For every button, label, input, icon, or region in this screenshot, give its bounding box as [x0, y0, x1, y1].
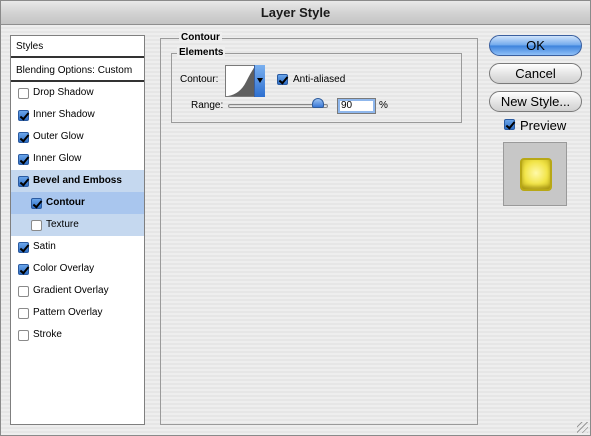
style-item-label: Gradient Overlay	[33, 285, 109, 296]
resize-grip-icon[interactable]	[577, 422, 588, 433]
range-input[interactable]: 90	[337, 98, 376, 114]
style-item-label: Color Overlay	[33, 263, 95, 274]
style-item-label: Bevel and Emboss	[33, 175, 122, 186]
style-item-color-overlay[interactable]: Color Overlay	[11, 258, 144, 280]
contour-panel-title: Contour	[179, 32, 222, 43]
cancel-button[interactable]: Cancel	[489, 63, 582, 84]
contour-checkbox[interactable]	[31, 197, 42, 209]
blending-options-item[interactable]: Blending Options: Custom	[11, 60, 144, 82]
style-item-label: Inner Glow	[33, 153, 82, 164]
style-item-drop-shadow[interactable]: Drop Shadow	[11, 82, 144, 104]
bevel-and-emboss-checkbox[interactable]	[18, 175, 29, 187]
range-slider-thumb[interactable]	[312, 98, 324, 108]
satin-checkbox[interactable]	[18, 241, 29, 253]
pattern-overlay-checkbox[interactable]	[18, 307, 29, 319]
contour-label: Contour:	[180, 74, 219, 85]
style-item-inner-glow[interactable]: Inner Glow	[11, 148, 144, 170]
ok-button[interactable]: OK	[489, 35, 582, 56]
inner-shadow-checkbox[interactable]	[18, 109, 29, 121]
style-item-outer-glow[interactable]: Outer Glow	[11, 126, 144, 148]
style-item-pattern-overlay[interactable]: Pattern Overlay	[11, 302, 144, 324]
styles-list: Styles Blending Options: Custom Drop Sha…	[10, 35, 145, 425]
style-item-inner-shadow[interactable]: Inner Shadow	[11, 104, 144, 126]
style-item-stroke[interactable]: Stroke	[11, 324, 144, 346]
style-item-label: Pattern Overlay	[33, 307, 103, 318]
preview-checkbox[interactable]	[504, 119, 515, 130]
color-overlay-checkbox[interactable]	[18, 263, 29, 275]
drop-shadow-checkbox[interactable]	[18, 87, 29, 99]
elements-group	[171, 53, 462, 123]
inner-glow-checkbox[interactable]	[18, 153, 29, 165]
elements-group-title: Elements	[177, 47, 226, 58]
gradient-overlay-checkbox[interactable]	[18, 285, 29, 297]
stroke-checkbox[interactable]	[18, 329, 29, 341]
texture-checkbox[interactable]	[31, 219, 42, 231]
styles-header[interactable]: Styles	[11, 36, 144, 58]
layer-style-dialog: Layer Style Styles Blending Options: Cus…	[0, 0, 591, 436]
style-item-label: Texture	[46, 219, 79, 230]
style-item-label: Contour	[46, 197, 85, 208]
range-unit-label: %	[379, 100, 388, 111]
style-item-label: Satin	[33, 241, 56, 252]
style-item-satin[interactable]: Satin	[11, 236, 144, 258]
anti-aliased-label: Anti-aliased	[293, 74, 346, 85]
style-item-bevel-and-emboss[interactable]: Bevel and Emboss	[11, 170, 144, 192]
style-item-label: Inner Shadow	[33, 109, 95, 120]
style-item-gradient-overlay[interactable]: Gradient Overlay	[11, 280, 144, 302]
outer-glow-checkbox[interactable]	[18, 131, 29, 143]
preview-label: Preview	[520, 118, 567, 133]
preview-swatch	[520, 158, 552, 191]
new-style-button[interactable]: New Style...	[489, 91, 582, 112]
style-item-contour[interactable]: Contour	[11, 192, 144, 214]
range-label: Range:	[191, 100, 224, 111]
style-preview	[503, 142, 567, 206]
contour-dropdown-arrow-icon[interactable]	[254, 65, 265, 97]
window-title: Layer Style	[1, 1, 590, 25]
anti-aliased-checkbox[interactable]	[277, 74, 288, 85]
style-item-label: Drop Shadow	[33, 87, 94, 98]
style-item-label: Stroke	[33, 329, 62, 340]
style-item-texture[interactable]: Texture	[11, 214, 144, 236]
style-item-label: Outer Glow	[33, 131, 84, 142]
